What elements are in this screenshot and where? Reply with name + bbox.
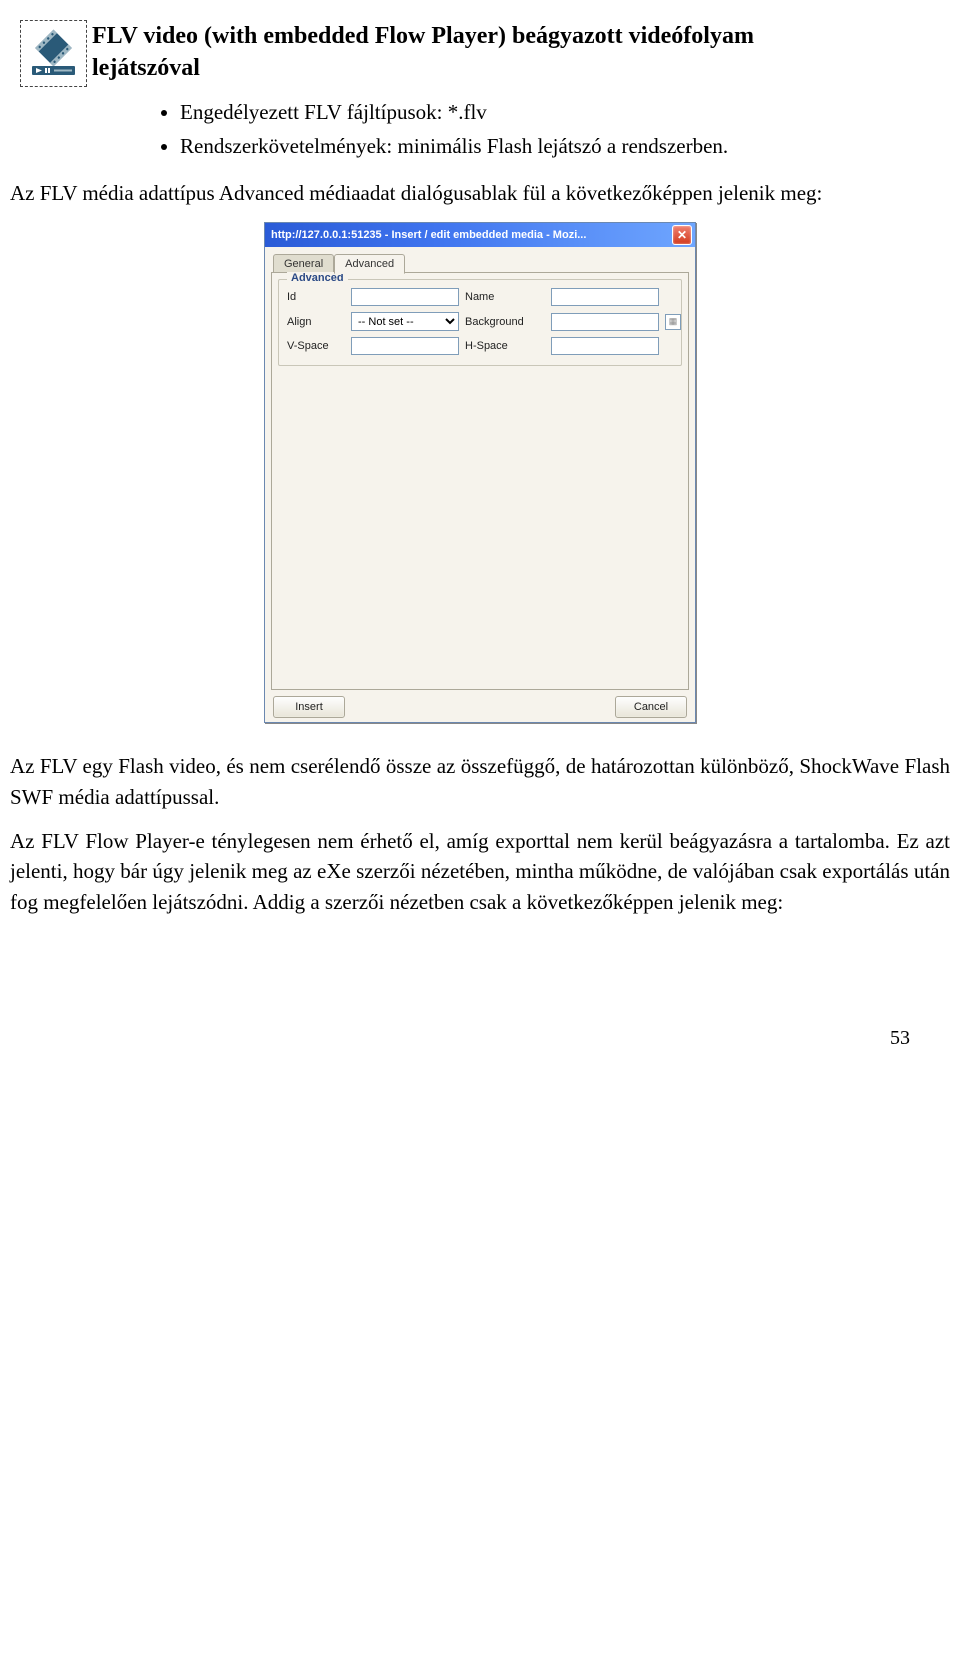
paragraph: Az FLV Flow Player-e ténylegesen nem érh… [10,826,950,917]
label-hspace: H-Space [465,340,545,352]
name-field[interactable] [551,288,659,306]
advanced-fieldset: Advanced Id Name Align -- Not set -- B [278,279,682,366]
align-select[interactable]: -- Not set -- [351,312,459,331]
paragraph: Az FLV média adattípus Advanced médiaada… [10,178,950,208]
dialog-screenshot: http://127.0.0.1:51235 - Insert / edit e… [10,222,950,723]
document-page: FLV video (with embedded Flow Player) be… [0,0,960,1070]
insert-media-dialog: http://127.0.0.1:51235 - Insert / edit e… [264,222,696,723]
list-item: Engedélyezett FLV fájltípusok: *.flv [180,97,950,127]
list-item: Rendszerkövetelmények: minimális Flash l… [180,131,950,161]
tab-advanced[interactable]: Advanced [334,254,405,274]
dialog-titlebar: http://127.0.0.1:51235 - Insert / edit e… [265,223,695,247]
close-icon[interactable]: ✕ [672,225,692,245]
dialog-button-row: Insert Cancel [271,690,689,718]
section-heading: FLV video (with embedded Flow Player) be… [92,20,950,85]
paragraph: Az FLV egy Flash video, és nem cserélend… [10,751,950,812]
id-field[interactable] [351,288,459,306]
vspace-field[interactable] [351,337,459,355]
background-field[interactable] [551,313,659,331]
tab-panel-advanced: Advanced Id Name Align -- Not set -- B [271,272,689,690]
page-number: 53 [10,1027,950,1050]
flv-video-icon [20,20,87,87]
hspace-field[interactable] [551,337,659,355]
color-picker-icon[interactable]: ▦ [665,314,681,330]
dialog-body: General Advanced Advanced Id Name Align [265,247,695,722]
bullet-list: Engedélyezett FLV fájltípusok: *.flv Ren… [180,97,950,162]
label-id: Id [287,291,345,303]
label-name: Name [465,291,545,303]
label-align: Align [287,316,345,328]
insert-button[interactable]: Insert [273,696,345,718]
form-grid: Id Name Align -- Not set -- Background [287,288,673,355]
heading-text-1: FLV video (with embedded Flow Player) be… [92,23,754,49]
label-vspace: V-Space [287,340,345,352]
tab-strip: General Advanced [271,253,689,273]
heading-text-2: lejátszóval [92,52,950,84]
cancel-button[interactable]: Cancel [615,696,687,718]
label-background: Background [465,316,545,328]
dialog-title: http://127.0.0.1:51235 - Insert / edit e… [271,229,672,241]
tab-general[interactable]: General [273,254,334,274]
